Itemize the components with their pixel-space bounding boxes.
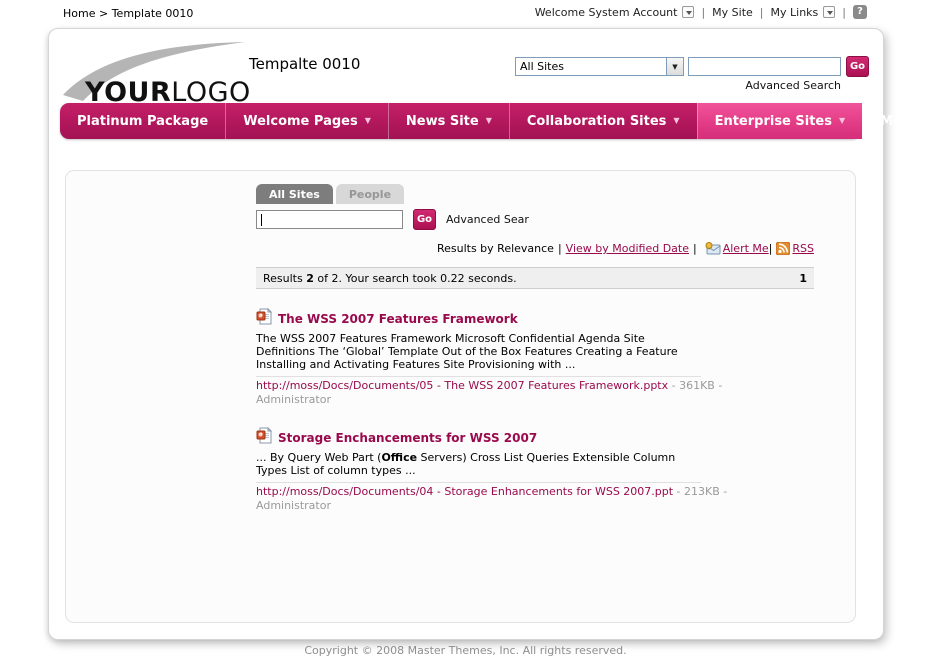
search-scope-tabs: All Sites People — [256, 184, 814, 204]
results-summary: Results 2 of 2. Your search took 0.22 se… — [263, 272, 517, 285]
result-title-link[interactable]: The WSS 2007 Features Framework — [278, 312, 518, 326]
chevron-down-icon: ▼ — [673, 117, 679, 125]
search-row: Go Advanced Sear — [256, 209, 814, 230]
chevron-down-icon — [682, 6, 694, 18]
topbar-divider: | — [760, 6, 764, 19]
chevron-down-icon: ▼ — [839, 117, 845, 125]
nav-item-label: News Site — [406, 114, 479, 129]
result-url-line: http://moss/Docs/Documents/05 - The WSS … — [256, 379, 718, 392]
toolbar-divider: | — [558, 242, 562, 255]
rss-icon — [776, 242, 790, 258]
result-file-size: - 213KB - — [673, 485, 727, 498]
search-scope-select[interactable]: All Sites ▼ — [515, 57, 684, 76]
alert-me-link[interactable]: Alert Me — [723, 242, 769, 255]
breadcrumb-home-link[interactable]: Home — [63, 7, 95, 20]
text-caret — [261, 214, 262, 226]
tab-people[interactable]: People — [336, 184, 404, 204]
nav-item-label: Meeting Sites — [880, 114, 931, 129]
result-url-line: http://moss/Docs/Documents/04 - Storage … — [256, 485, 718, 498]
results-toolbar: Results by Relevance | View by Modified Da… — [256, 242, 814, 258]
nav-item-meeting-sites[interactable]: Meeting Sites ▼ — [862, 103, 931, 139]
my-links-menu[interactable]: My Links — [771, 6, 836, 19]
page-number[interactable]: 1 — [799, 272, 807, 285]
result-author: Administrator — [256, 393, 718, 406]
topbar-divider: | — [842, 6, 846, 19]
sort-by-relevance-label: Results by Relevance — [437, 242, 554, 255]
welcome-account-menu[interactable]: Welcome System Account — [535, 6, 695, 19]
alert-divider: | — [769, 242, 773, 255]
content-panel: All Sites People Go Advanced Sear Result… — [65, 170, 856, 623]
results-summary-bar: Results 2 of 2. Your search took 0.22 se… — [256, 267, 814, 289]
nav-item-news-site[interactable]: News Site ▼ — [388, 103, 509, 139]
select-dropdown-icon[interactable]: ▼ — [666, 58, 683, 75]
result-divider — [256, 376, 701, 377]
powerpoint-file-icon — [256, 427, 273, 448]
nav-item-label: Welcome Pages — [243, 114, 358, 129]
chevron-down-icon — [823, 6, 835, 18]
nav-item-enterprise-sites[interactable]: Enterprise Sites ▼ — [697, 103, 863, 139]
breadcrumb: Home > Template 0010 — [63, 7, 193, 20]
nav-item-label: Platinum Package — [77, 114, 208, 129]
help-icon[interactable]: ? — [853, 5, 867, 19]
chevron-down-icon: ▼ — [365, 117, 371, 125]
alert-me-icon — [705, 242, 721, 258]
top-bar: Home > Template 0010 Welcome System Acco… — [0, 0, 931, 26]
main-navigation: Platinum Package Welcome Pages ▼ News Si… — [60, 103, 861, 139]
main-card: YOURLOGO Tempalte 0010 All Sites ▼ Go Ad… — [48, 28, 884, 640]
nav-item-welcome-pages[interactable]: Welcome Pages ▼ — [225, 103, 388, 139]
header-advanced-search-link[interactable]: Advanced Search — [689, 79, 841, 92]
search-result-item: Storage Enchancements for WSS 2007 ... B… — [256, 427, 718, 512]
result-title-link[interactable]: Storage Enchancements for WSS 2007 — [278, 431, 537, 445]
welcome-account-label: Welcome System Account — [535, 6, 678, 19]
nav-item-label: Enterprise Sites — [715, 114, 832, 129]
search-result-item: The WSS 2007 Features Framework The WSS … — [256, 308, 718, 406]
my-site-link[interactable]: My Site — [712, 6, 753, 19]
topbar-right-menu: Welcome System Account | My Site | My Li… — [535, 5, 867, 19]
search-center: All Sites People Go Advanced Sear Result… — [256, 184, 814, 533]
nav-item-platinum-package[interactable]: Platinum Package — [60, 103, 225, 139]
result-file-size: - 361KB - — [668, 379, 722, 392]
result-divider — [256, 482, 701, 483]
search-results-list: The WSS 2007 Features Framework The WSS … — [256, 308, 718, 512]
chevron-down-icon: ▼ — [486, 117, 492, 125]
powerpoint-file-icon — [256, 308, 273, 329]
rss-link[interactable]: RSS — [792, 242, 814, 255]
toolbar-divider: | — [693, 242, 697, 255]
advanced-search-link[interactable]: Advanced Sear — [446, 213, 529, 226]
result-author: Administrator — [256, 499, 718, 512]
result-description: ... By Query Web Part (Office Servers) C… — [256, 451, 701, 477]
breadcrumb-current: Template 0010 — [112, 7, 194, 20]
search-input-box — [256, 210, 403, 229]
search-scope-value: All Sites — [516, 60, 666, 73]
result-url-link[interactable]: http://moss/Docs/Documents/05 - The WSS … — [256, 379, 668, 392]
breadcrumb-separator: > — [99, 7, 108, 20]
nav-item-label: Collaboration Sites — [527, 114, 667, 129]
header-search-input[interactable] — [688, 57, 841, 76]
topbar-divider: | — [701, 6, 705, 19]
nav-item-collaboration-sites[interactable]: Collaboration Sites ▼ — [509, 103, 697, 139]
my-links-label: My Links — [771, 6, 819, 19]
header-go-button[interactable]: Go — [846, 56, 869, 77]
result-description: The WSS 2007 Features Framework Microsof… — [256, 332, 701, 371]
result-url-link[interactable]: http://moss/Docs/Documents/04 - Storage … — [256, 485, 673, 498]
tab-all-sites[interactable]: All Sites — [256, 184, 333, 204]
search-input[interactable] — [257, 214, 402, 231]
copyright-footer: Copyright © 2008 Master Themes, Inc. All… — [0, 644, 931, 657]
search-go-button[interactable]: Go — [413, 209, 436, 230]
view-by-modified-date-link[interactable]: View by Modified Date — [566, 242, 689, 255]
page-title: Tempalte 0010 — [249, 55, 360, 73]
